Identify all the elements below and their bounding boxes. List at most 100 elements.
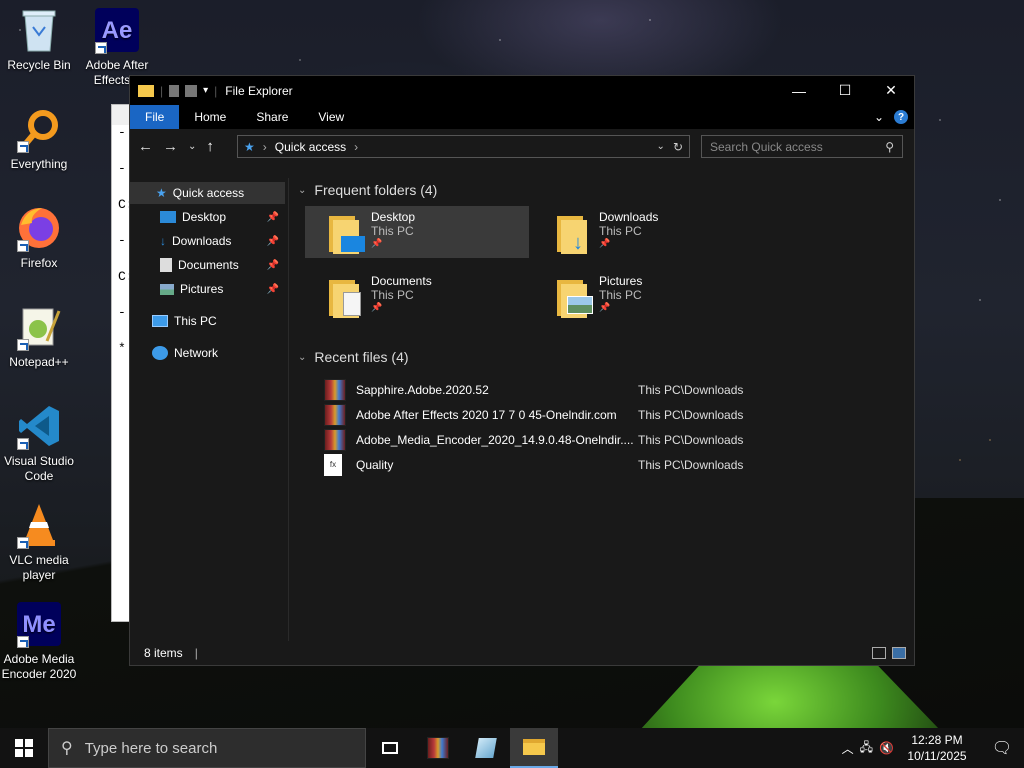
computer-icon — [152, 315, 168, 327]
desktop-icon-vlc[interactable]: VLC media player — [0, 501, 78, 583]
title-bar[interactable]: | ▾ | File Explorer — ☐ ✕ — [130, 76, 914, 105]
desktop-icon-recycle-bin[interactable]: Recycle Bin — [0, 6, 78, 73]
refresh-icon[interactable]: ↻ — [673, 140, 683, 154]
nav-item-quick-access[interactable]: ★ Quick access — [130, 182, 285, 204]
folder-tile-desktop[interactable]: Desktop This PC 📌 — [305, 206, 529, 258]
nav-item-desktop[interactable]: Desktop 📌 — [160, 206, 285, 228]
folder-icon — [138, 84, 154, 97]
nav-item-network[interactable]: Network — [152, 342, 285, 364]
close-button[interactable]: ✕ — [868, 76, 914, 105]
help-icon[interactable]: ? — [894, 110, 908, 124]
volume-muted-icon[interactable]: 🔇 — [879, 741, 894, 755]
minimize-button[interactable]: — — [776, 76, 822, 105]
firefox-icon — [15, 204, 63, 252]
desktop-icon-everything[interactable]: Everything — [0, 105, 78, 172]
pin-icon: 📌 — [599, 238, 611, 248]
recent-files-header[interactable]: ⌄ Recent files (4) — [298, 345, 908, 369]
taskbar-search-box[interactable]: ⚲ Type here to search — [48, 728, 366, 768]
notifications-icon[interactable]: 🗨 — [980, 738, 1024, 758]
notepad-plus-plus-icon — [15, 303, 63, 351]
list-item[interactable]: Sapphire.Adobe.2020.52 This PC\Downloads — [324, 377, 744, 402]
desktop-icon-firefox[interactable]: Firefox — [0, 204, 78, 271]
folder-location: This PC — [371, 288, 414, 302]
pin-icon[interactable]: 📌 — [267, 212, 279, 223]
shortcut-arrow-icon — [17, 438, 29, 450]
address-dropdown-icon[interactable]: ⌄ — [657, 141, 665, 152]
new-folder-icon[interactable] — [185, 84, 198, 97]
network-status-icon[interactable]: 🖧 — [860, 738, 873, 759]
chevron-down-icon[interactable]: ⌄ — [298, 352, 306, 363]
quick-access-toolbar: | ▾ | — [130, 84, 217, 98]
customize-toolbar-icon[interactable]: ▾ — [203, 85, 208, 96]
back-arrow-icon[interactable]: ← — [138, 138, 153, 155]
desktop-folder-icon — [329, 214, 365, 254]
item-count: 8 items — [144, 646, 183, 660]
taskbar-file-explorer[interactable] — [510, 728, 558, 768]
file-name: Quality — [356, 457, 394, 472]
tab-share[interactable]: Share — [241, 105, 303, 129]
expand-ribbon-icon[interactable]: ⌄ — [874, 110, 884, 124]
nav-label: Network — [174, 346, 219, 360]
list-item[interactable]: Adobe_Media_Encoder_2020_14.9.0.48-Oneln… — [324, 427, 744, 452]
nav-label: Desktop — [182, 210, 227, 224]
recent-locations-icon[interactable]: ⌄ — [188, 141, 196, 152]
nav-item-documents[interactable]: Documents 📌 — [160, 254, 285, 276]
group-heading: Recent files (4) — [314, 349, 409, 365]
downloads-folder-icon: ↓ — [557, 214, 591, 254]
pin-icon[interactable]: 📌 — [267, 284, 279, 295]
nav-item-pictures[interactable]: Pictures 📌 — [160, 278, 285, 300]
bg-window-line: * — [118, 341, 126, 356]
details-view-icon[interactable] — [872, 647, 886, 659]
task-view-button[interactable] — [366, 728, 414, 768]
nav-item-downloads[interactable]: ↓ Downloads 📌 — [160, 230, 285, 252]
tab-file[interactable]: File — [130, 105, 180, 129]
nav-item-this-pc[interactable]: This PC — [152, 310, 285, 332]
chevron-down-icon[interactable]: ⌄ — [298, 185, 306, 196]
tab-home[interactable]: Home — [179, 105, 241, 129]
folder-location: This PC — [371, 224, 414, 238]
folder-tile-documents[interactable]: Documents This PC 📌 — [305, 270, 529, 322]
winrar-archive-icon — [324, 428, 346, 451]
shortcut-arrow-icon — [17, 537, 29, 549]
up-arrow-icon[interactable]: ↑ — [206, 138, 214, 155]
desktop-icon-notepad-plus-plus[interactable]: Notepad++ — [0, 303, 78, 370]
tab-view[interactable]: View — [303, 105, 359, 129]
list-item[interactable]: fx Quality This PC\Downloads — [324, 452, 744, 477]
folder-location: This PC — [599, 288, 642, 302]
maximize-button[interactable]: ☐ — [822, 76, 868, 105]
breadcrumb-chevron-icon[interactable]: › — [354, 140, 358, 154]
search-input[interactable]: Search Quick access — [710, 140, 823, 154]
address-bar[interactable]: ★ › Quick access › ⌄ ↻ — [237, 135, 690, 158]
taskbar-winrar[interactable] — [414, 728, 462, 768]
search-icon[interactable]: ⚲ — [885, 140, 894, 154]
properties-icon[interactable] — [169, 84, 180, 97]
forward-arrow-icon[interactable]: → — [163, 138, 178, 155]
search-box[interactable]: Search Quick access ⚲ — [701, 135, 903, 158]
breadcrumb-quick-access[interactable]: Quick access — [275, 140, 346, 154]
taskbar-notepad[interactable] — [462, 728, 510, 768]
pin-icon[interactable]: 📌 — [267, 260, 279, 271]
media-encoder-icon: Me — [15, 600, 63, 648]
desktop-icon — [160, 211, 176, 223]
start-button[interactable] — [0, 728, 48, 768]
bg-window-line: - — [118, 125, 126, 140]
large-icons-view-icon[interactable] — [892, 647, 906, 659]
nav-label: Documents — [178, 258, 239, 272]
folder-tile-pictures[interactable]: Pictures This PC 📌 — [533, 270, 757, 322]
desktop-icon-media-encoder[interactable]: Me Adobe Media Encoder 2020 — [0, 600, 78, 682]
list-item[interactable]: Adobe After Effects 2020 17 7 0 45-Oneln… — [324, 402, 744, 427]
background-window[interactable]: - - C: - C: - * — [111, 104, 134, 622]
pin-icon: 📌 — [371, 238, 383, 248]
desktop-icon-vscode[interactable]: Visual Studio Code — [0, 402, 78, 484]
folder-tile-downloads[interactable]: ↓ Downloads This PC 📌 — [533, 206, 757, 258]
show-hidden-icons-icon[interactable]: ︿ — [842, 740, 854, 757]
file-explorer-window[interactable]: | ▾ | File Explorer — ☐ ✕ File Home Shar… — [129, 75, 915, 666]
everything-icon — [15, 105, 63, 153]
pin-icon[interactable]: 📌 — [267, 236, 279, 247]
taskbar-search-input[interactable]: Type here to search — [85, 740, 218, 757]
frequent-folders-header[interactable]: ⌄ Frequent folders (4) — [298, 178, 908, 202]
recycle-bin-icon — [15, 6, 63, 54]
file-explorer-icon — [523, 739, 545, 755]
shortcut-arrow-icon — [17, 141, 29, 153]
clock[interactable]: 12:28 PM 10/11/2025 — [900, 732, 974, 764]
